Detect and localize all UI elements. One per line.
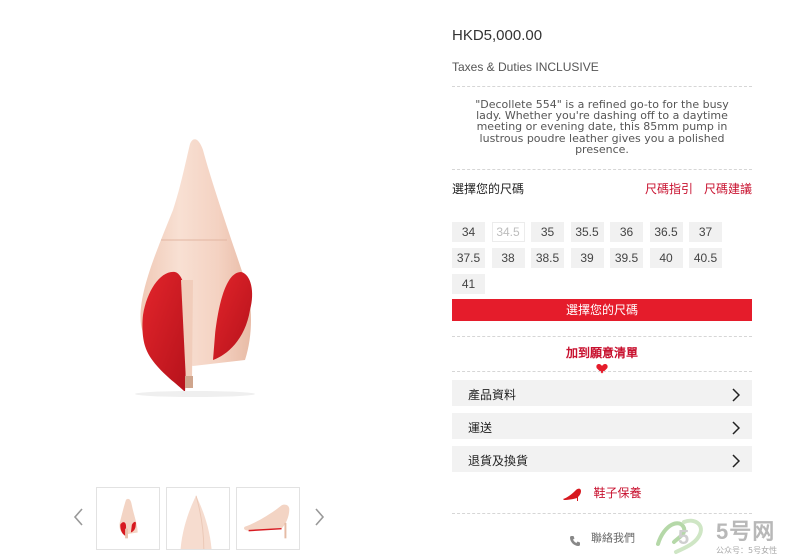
tax-note: Taxes & Duties INCLUSIVE	[452, 60, 599, 74]
size-option[interactable]: 38.5	[531, 248, 564, 268]
chevron-left-icon[interactable]	[70, 505, 86, 529]
accordion-label: 產品資料	[468, 388, 517, 402]
chevron-right-icon	[732, 420, 741, 435]
add-to-wishlist-button[interactable]: 加到願意清單	[452, 344, 752, 374]
size-option[interactable]: 36.5	[649, 222, 683, 242]
size-option[interactable]: 37	[689, 222, 722, 242]
size-section-title: 選擇您的尺碼	[452, 182, 525, 196]
accordion-product-details[interactable]: 產品資料	[452, 380, 752, 406]
size-option[interactable]: 34.5	[491, 222, 525, 242]
thumbnail-side-view[interactable]	[236, 487, 300, 550]
size-option[interactable]: 39	[570, 248, 604, 268]
size-option[interactable]: 35.5	[570, 222, 604, 242]
size-option[interactable]: 37.5	[452, 248, 485, 268]
shoe-care-link[interactable]: 鞋子保養	[452, 482, 752, 502]
accordion-returns-exchanges[interactable]: 退貨及換貨	[452, 446, 752, 472]
divider	[452, 336, 752, 337]
product-description: "Decollete 554" is a refined go-to for t…	[475, 98, 729, 156]
size-option[interactable]: 39.5	[610, 248, 643, 268]
divider	[452, 169, 752, 170]
thumbnail-gallery	[70, 487, 340, 551]
watermark: 5 5号网 公众号：5号女性	[654, 512, 794, 558]
size-option[interactable]: 34	[452, 222, 485, 242]
size-option[interactable]: 36	[610, 222, 643, 242]
size-header: 選擇您的尺碼 尺碼指引 尺碼建議	[452, 180, 752, 198]
size-advice-link[interactable]: 尺碼建議	[704, 180, 752, 197]
chevron-right-icon	[732, 387, 741, 402]
select-size-button[interactable]: 選擇您的尺碼	[452, 299, 752, 321]
size-guide-link[interactable]: 尺碼指引	[645, 180, 693, 197]
watermark-subtitle: 公众号：5号女性	[716, 546, 778, 555]
contact-label: 聯絡我們	[591, 531, 636, 545]
phone-icon	[569, 532, 581, 546]
heart-icon	[596, 359, 608, 374]
size-option[interactable]: 40	[649, 248, 683, 268]
size-option[interactable]: 35	[531, 222, 564, 242]
watermark-brand: 5号网	[716, 519, 776, 544]
accordion-shipping[interactable]: 運送	[452, 413, 752, 439]
chevron-right-icon[interactable]	[312, 505, 328, 529]
size-option[interactable]: 41	[452, 274, 485, 294]
thumbnail-toe-closeup[interactable]	[166, 487, 230, 550]
thumbnail-back-view[interactable]	[96, 487, 160, 550]
watermark-logo-icon: 5	[654, 514, 710, 556]
divider	[452, 371, 752, 372]
size-option[interactable]: 40.5	[689, 248, 722, 268]
product-price: HKD5,000.00	[452, 27, 543, 44]
red-pump-icon	[562, 486, 582, 501]
chevron-right-icon	[732, 453, 741, 468]
divider	[452, 86, 752, 87]
product-main-image	[95, 110, 345, 430]
accordion-label: 退貨及換貨	[468, 454, 529, 468]
size-grid: 34 34.5 35 35.5 36 36.5 37 37.5 38 38.5 39 39.5 40 40…	[452, 222, 752, 294]
accordion-label: 運送	[468, 421, 493, 435]
svg-text:5: 5	[678, 527, 689, 549]
shoe-care-label: 鞋子保養	[593, 486, 642, 500]
size-option[interactable]: 38	[491, 248, 525, 268]
